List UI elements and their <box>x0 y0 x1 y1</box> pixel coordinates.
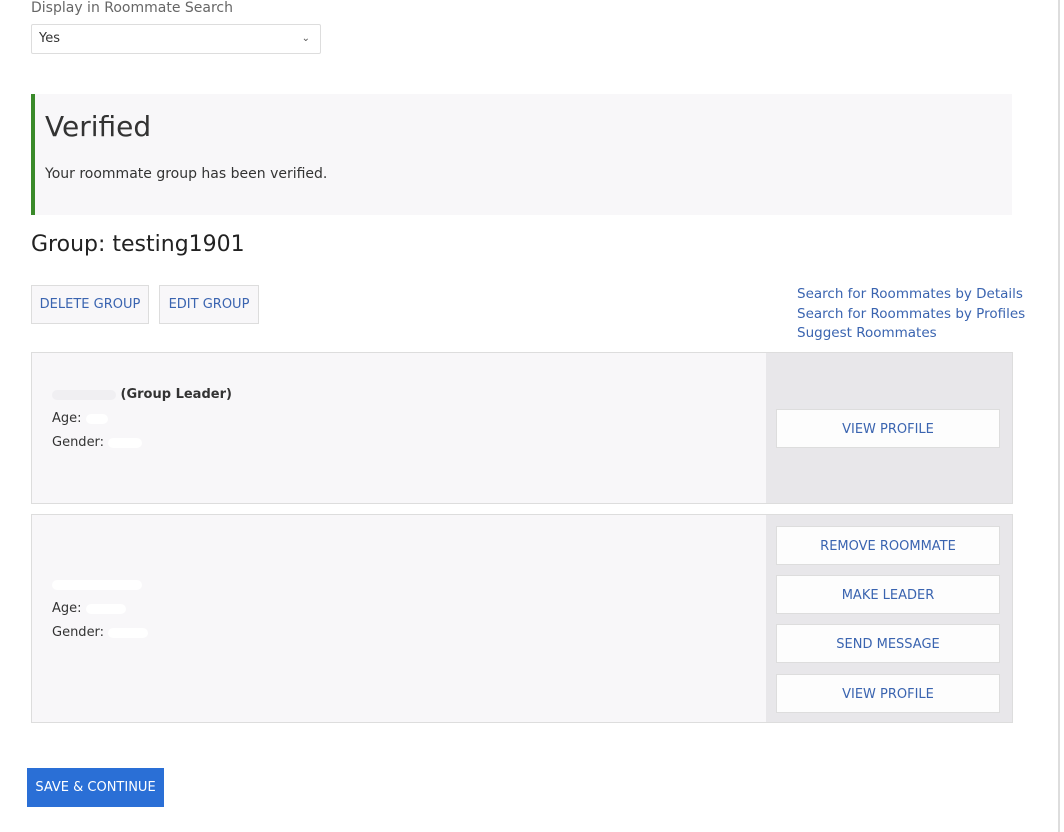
suggest-roommates-link[interactable]: Suggest Roommates <box>797 324 1025 344</box>
age-label: Age: <box>52 601 82 616</box>
delete-group-button[interactable]: DELETE GROUP <box>31 285 149 324</box>
view-profile-button[interactable]: VIEW PROFILE <box>776 409 1000 448</box>
save-continue-button[interactable]: SAVE & CONTINUE <box>27 768 164 807</box>
member-role: (Group Leader) <box>120 387 232 402</box>
member-actions: REMOVE ROOMMATE MAKE LEADER SEND MESSAGE… <box>766 515 1012 722</box>
verified-alert: Verified Your roommate group has been ve… <box>31 94 1012 215</box>
select-value: Yes <box>39 31 60 46</box>
search-by-details-link[interactable]: Search for Roommates by Details <box>797 285 1025 305</box>
display-search-label: Display in Roommate Search <box>31 0 234 16</box>
view-profile-button[interactable]: VIEW PROFILE <box>776 674 1000 713</box>
display-search-select[interactable]: Yes ⌄ <box>31 24 321 54</box>
member-info: (Group Leader) Age: Gender: <box>52 383 232 455</box>
member-info: Age: Gender: <box>52 573 149 645</box>
gender-label: Gender: <box>52 435 105 450</box>
alert-message: Your roommate group has been verified. <box>45 166 328 182</box>
edit-group-button[interactable]: EDIT GROUP <box>159 285 259 324</box>
search-by-profiles-link[interactable]: Search for Roommates by Profiles <box>797 305 1025 325</box>
age-label: Age: <box>52 411 82 426</box>
member-card: (Group Leader) Age: Gender: VIEW PROFILE <box>31 352 1013 504</box>
search-links: Search for Roommates by Details Search f… <box>797 285 1025 344</box>
group-title: Group: testing1901 <box>31 232 245 257</box>
member-actions: VIEW PROFILE <box>766 353 1012 503</box>
alert-title: Verified <box>45 110 152 143</box>
send-message-button[interactable]: SEND MESSAGE <box>776 624 1000 663</box>
scrollbar[interactable] <box>1058 0 1060 832</box>
gender-label: Gender: <box>52 625 105 640</box>
make-leader-button[interactable]: MAKE LEADER <box>776 575 1000 614</box>
chevron-down-icon: ⌄ <box>301 33 310 44</box>
member-card: Age: Gender: REMOVE ROOMMATE MAKE LEADER… <box>31 514 1013 723</box>
remove-roommate-button[interactable]: REMOVE ROOMMATE <box>776 526 1000 565</box>
